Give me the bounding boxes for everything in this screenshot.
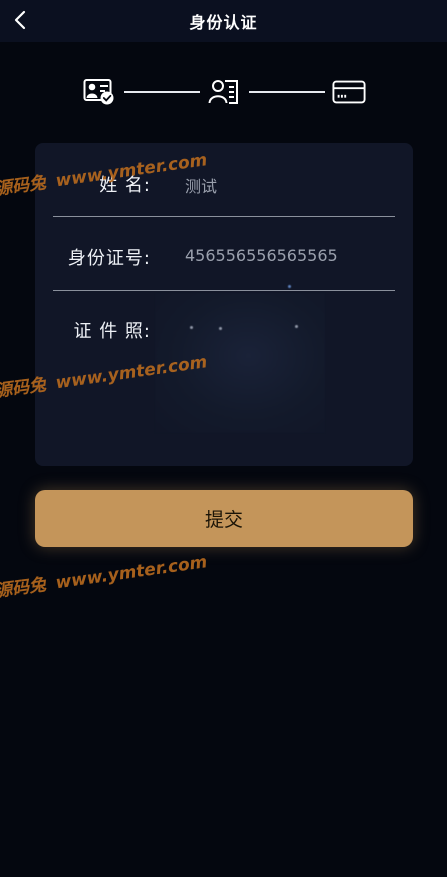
page-title: 身份认证 bbox=[189, 13, 258, 32]
bank-card-icon bbox=[332, 76, 366, 108]
photo-speck bbox=[288, 285, 291, 288]
step-connector bbox=[124, 91, 200, 93]
step-connector bbox=[249, 91, 325, 93]
person-list-icon bbox=[207, 76, 241, 108]
divider bbox=[53, 216, 395, 217]
id-number-input[interactable]: 456556556565565 bbox=[185, 246, 338, 265]
name-input[interactable]: 测试 bbox=[185, 173, 217, 197]
photo-speck bbox=[190, 326, 193, 329]
back-icon[interactable] bbox=[8, 8, 32, 32]
photo-speck bbox=[219, 327, 222, 330]
id-verification-form: 姓 名: 测试 身份证号: 456556556565565 证 件 照: bbox=[35, 143, 413, 466]
progress-steps bbox=[82, 76, 372, 108]
submit-button[interactable]: 提交 bbox=[35, 490, 413, 547]
id-photo-upload[interactable] bbox=[155, 285, 325, 433]
id-photo-label: 证 件 照: bbox=[73, 321, 151, 342]
name-row: 姓 名: 测试 bbox=[53, 165, 395, 239]
id-number-label: 身份证号: bbox=[67, 248, 151, 269]
top-bar: 身份认证 bbox=[0, 0, 447, 42]
divider bbox=[53, 290, 395, 291]
id-card-check-icon bbox=[82, 76, 116, 108]
name-label: 姓 名: bbox=[99, 175, 151, 196]
photo-speck bbox=[295, 325, 298, 328]
watermark: 源码兔 www.ymter.com bbox=[0, 552, 209, 602]
